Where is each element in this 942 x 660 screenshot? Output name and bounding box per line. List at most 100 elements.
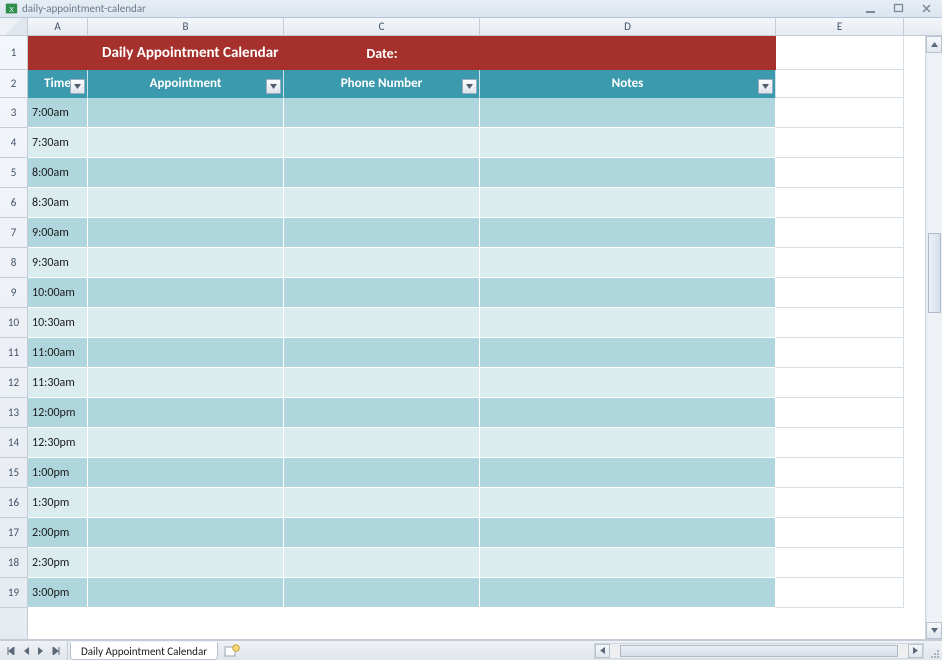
tab-last-button[interactable]	[49, 644, 63, 658]
cell[interactable]	[776, 488, 904, 518]
appointment-cell[interactable]	[88, 368, 284, 398]
appointment-cell[interactable]	[88, 158, 284, 188]
notes-cell[interactable]	[480, 398, 776, 428]
cell[interactable]	[776, 398, 904, 428]
phone-cell[interactable]	[284, 518, 480, 548]
tab-prev-button[interactable]	[19, 644, 33, 658]
phone-cell[interactable]	[284, 488, 480, 518]
filter-button[interactable]	[266, 79, 281, 94]
row-header[interactable]: 6	[0, 188, 27, 218]
appointment-cell[interactable]	[88, 308, 284, 338]
row-header[interactable]: 14	[0, 428, 27, 458]
row-header[interactable]: 7	[0, 218, 27, 248]
row-header[interactable]: 9	[0, 278, 27, 308]
notes-cell[interactable]	[480, 128, 776, 158]
resize-grip[interactable]	[926, 643, 942, 659]
new-sheet-button[interactable]	[222, 643, 242, 659]
time-cell[interactable]: 1:00pm	[28, 458, 88, 488]
filter-button[interactable]	[462, 79, 477, 94]
scroll-down-button[interactable]	[926, 622, 942, 639]
calendar-title[interactable]: Daily Appointment Calendar	[88, 36, 284, 70]
row-header[interactable]: 16	[0, 488, 27, 518]
minimize-button[interactable]	[858, 2, 882, 16]
cell[interactable]	[776, 188, 904, 218]
column-header-B[interactable]: B	[88, 18, 284, 35]
header-notes[interactable]: Notes	[480, 70, 776, 98]
close-button[interactable]	[914, 2, 938, 16]
appointment-cell[interactable]	[88, 518, 284, 548]
appointment-cell[interactable]	[88, 188, 284, 218]
notes-cell[interactable]	[480, 338, 776, 368]
time-cell[interactable]: 8:30am	[28, 188, 88, 218]
phone-cell[interactable]	[284, 218, 480, 248]
cell[interactable]	[776, 278, 904, 308]
row-header[interactable]: 2	[0, 70, 27, 98]
column-header-C[interactable]: C	[284, 18, 480, 35]
notes-cell[interactable]	[480, 578, 776, 608]
time-cell[interactable]: 7:00am	[28, 98, 88, 128]
cell[interactable]	[776, 368, 904, 398]
appointment-cell[interactable]	[88, 488, 284, 518]
time-cell[interactable]: 9:00am	[28, 218, 88, 248]
notes-cell[interactable]	[480, 548, 776, 578]
hscroll-thumb[interactable]	[620, 645, 898, 657]
row-header[interactable]: 12	[0, 368, 27, 398]
notes-cell[interactable]	[480, 98, 776, 128]
horizontal-scrollbar[interactable]	[594, 643, 924, 659]
notes-cell[interactable]	[480, 278, 776, 308]
tab-first-button[interactable]	[4, 644, 18, 658]
appointment-cell[interactable]	[88, 428, 284, 458]
appointment-cell[interactable]	[88, 218, 284, 248]
time-cell[interactable]: 7:30am	[28, 128, 88, 158]
time-cell[interactable]: 11:00am	[28, 338, 88, 368]
cell[interactable]	[776, 248, 904, 278]
cell[interactable]	[776, 518, 904, 548]
cell[interactable]	[776, 308, 904, 338]
cell[interactable]	[776, 428, 904, 458]
appointment-cell[interactable]	[88, 578, 284, 608]
cell[interactable]	[776, 338, 904, 368]
scroll-left-button[interactable]	[595, 644, 610, 658]
time-cell[interactable]: 10:30am	[28, 308, 88, 338]
notes-cell[interactable]	[480, 368, 776, 398]
cell[interactable]	[776, 98, 904, 128]
phone-cell[interactable]	[284, 308, 480, 338]
title-cell[interactable]	[28, 36, 88, 70]
row-header[interactable]: 13	[0, 398, 27, 428]
notes-cell[interactable]	[480, 248, 776, 278]
cell[interactable]	[776, 548, 904, 578]
appointment-cell[interactable]	[88, 128, 284, 158]
sheet-tab-active[interactable]: Daily Appointment Calendar	[70, 642, 218, 660]
cell[interactable]	[776, 128, 904, 158]
time-cell[interactable]: 3:00pm	[28, 578, 88, 608]
column-header-A[interactable]: A	[28, 18, 88, 35]
appointment-cell[interactable]	[88, 98, 284, 128]
phone-cell[interactable]	[284, 428, 480, 458]
phone-cell[interactable]	[284, 458, 480, 488]
notes-cell[interactable]	[480, 188, 776, 218]
row-header[interactable]: 18	[0, 548, 27, 578]
row-header[interactable]: 15	[0, 458, 27, 488]
row-header[interactable]: 11	[0, 338, 27, 368]
header-appointment[interactable]: Appointment	[88, 70, 284, 98]
date-label[interactable]: Date:	[284, 36, 480, 70]
time-cell[interactable]: 11:30am	[28, 368, 88, 398]
scroll-track[interactable]	[926, 53, 942, 622]
phone-cell[interactable]	[284, 338, 480, 368]
time-cell[interactable]: 2:00pm	[28, 518, 88, 548]
appointment-cell[interactable]	[88, 398, 284, 428]
phone-cell[interactable]	[284, 548, 480, 578]
filter-button[interactable]	[70, 79, 85, 94]
scroll-up-button[interactable]	[926, 36, 942, 53]
row-header[interactable]: 8	[0, 248, 27, 278]
time-cell[interactable]: 1:30pm	[28, 488, 88, 518]
time-cell[interactable]: 2:30pm	[28, 548, 88, 578]
cell[interactable]	[776, 218, 904, 248]
phone-cell[interactable]	[284, 398, 480, 428]
row-header[interactable]: 17	[0, 518, 27, 548]
phone-cell[interactable]	[284, 128, 480, 158]
time-cell[interactable]: 10:00am	[28, 278, 88, 308]
cell[interactable]	[776, 70, 904, 98]
tab-next-button[interactable]	[34, 644, 48, 658]
time-cell[interactable]: 8:00am	[28, 158, 88, 188]
